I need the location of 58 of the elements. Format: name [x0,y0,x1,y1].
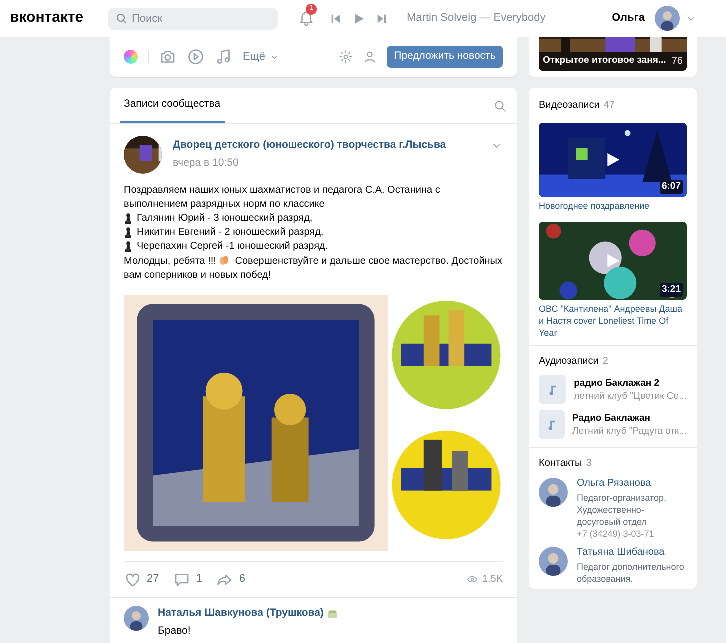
audio-title[interactable]: радио Баклажан 2 [574,376,687,390]
section-title[interactable]: Видеозаписи [539,98,600,113]
audio-subtitle: летний клуб "Цветик Се... [574,390,687,402]
section-count: 2 [602,355,608,369]
logo[interactable]: вконтакте [10,7,108,30]
play-icon[interactable] [605,152,621,168]
video-count: 76 [672,55,683,69]
contact-phone: +7 (34249) 3-03-71 [577,528,656,540]
music-note-icon[interactable] [546,418,558,431]
post-author[interactable]: Дворец детского (юношеского) творчества г.Лысьва [173,138,480,154]
user-name[interactable]: Ольга [612,10,645,27]
contact-role: Педагог-организатор, Художественно-досуговый отдел [577,492,668,528]
search-field[interactable]: Поиск [108,8,278,30]
contact-name[interactable]: Ольга Рязанова [577,478,685,490]
shares-count: 6 [239,572,246,588]
next-track-icon[interactable] [377,14,387,24]
section-title[interactable]: Аудиозаписи [539,354,599,369]
clapping-hands-icon [218,254,230,266]
section-title[interactable]: Контакты [539,456,582,471]
likes-count: 27 [147,572,160,588]
previous-track-icon[interactable] [331,14,341,24]
gift-icon [326,608,338,620]
video-title[interactable]: Новогоднее поздравление [539,200,687,212]
settings-icon [339,50,353,64]
audio-title[interactable]: Радио Баклажан [572,412,687,424]
post-text: Галянин Юрий - 3 юношеский разряд, [137,212,313,226]
contact-name[interactable]: Татьяна Шибанова [577,547,685,559]
music-note-icon [215,48,233,66]
contact-role: Педагог дополнительного образования. [577,561,685,585]
bell-icon [298,10,315,27]
pawn-icon [124,241,133,253]
music-note-icon[interactable] [547,383,558,396]
search-icon [116,12,128,24]
more-button[interactable]: Ещё [243,48,279,66]
post-text: Поздравляем наших юных шахматистов и педагога С.А. Останина с выполнением разрядных норм по классике [124,184,442,212]
camera-icon [159,48,177,66]
heart-icon [124,570,142,588]
play-circle-icon [187,48,205,66]
comments-count: 1 [196,572,202,588]
video-title[interactable]: ОВС "Кантилена" Андреевы Даша и Настя cover Loneliest Time Of Year [539,303,687,339]
comment-text: Браво! [158,624,192,639]
comment-author[interactable]: Наталья Шавкунова (Трушкова) [158,606,324,622]
video-title[interactable]: Открытое итоговое заня... [543,54,666,69]
section-count: 47 [604,99,615,113]
post-text: Никитин Евгений - 2 юношеский разряд, [137,226,324,240]
feed-tab[interactable]: Записи сообщества [120,89,225,123]
audio-subtitle: Летний клуб "Радуга отк... [572,424,687,438]
post-text: Молодцы, ребята !!! Совершенствуйте и дальше свое мастерство. Достойных вам соперников и новых побед! [124,254,503,283]
suggest-news-button[interactable]: Предложить новость [387,46,503,68]
eye-icon [467,574,478,585]
pawn-icon [124,227,133,239]
color-wheel-icon[interactable] [124,50,138,64]
views-count: 1.5K [482,573,503,587]
section-count: 3 [586,457,592,471]
search-icon [494,100,507,113]
person-icon [363,50,377,64]
pawn-icon [124,213,133,225]
post-text: Черепахин Сергей -1 юношеский разряд. [137,240,328,254]
